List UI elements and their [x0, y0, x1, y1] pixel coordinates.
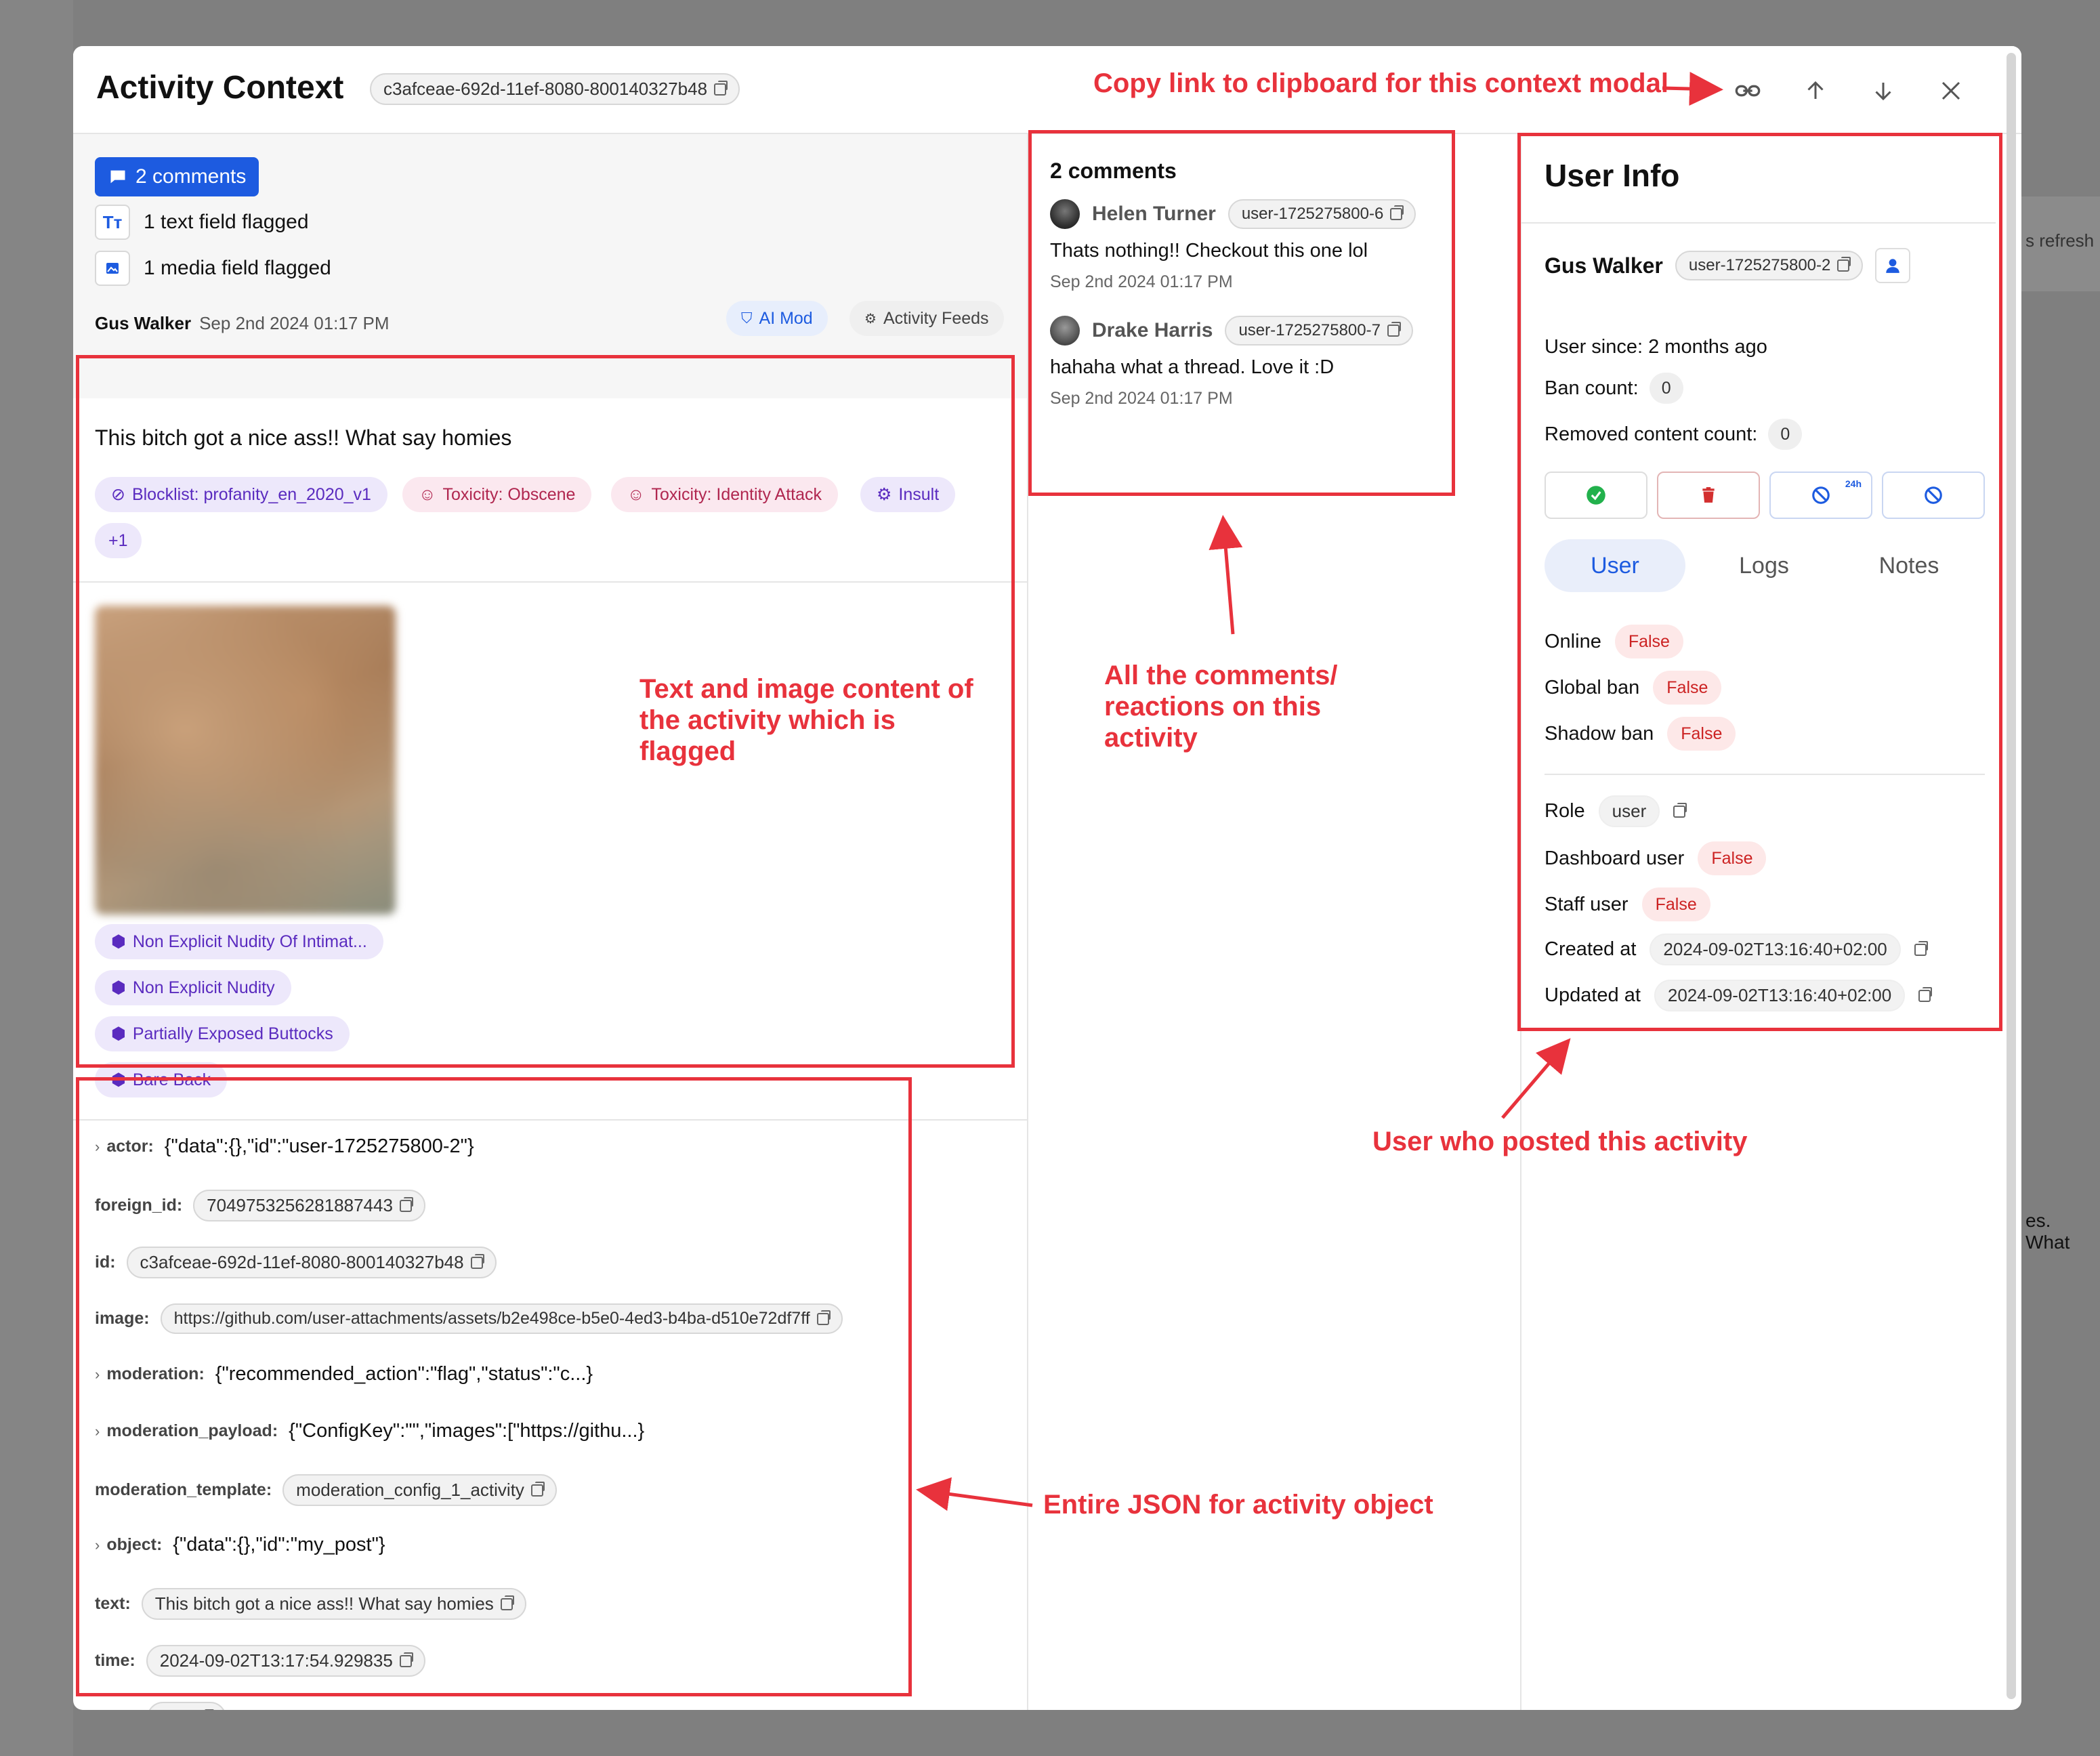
arrow-comments	[1209, 515, 1243, 635]
arrow-copy-link	[1662, 72, 1723, 106]
arrow-user	[1501, 1038, 1571, 1119]
annotation-arrows	[916, 72, 1723, 1511]
arrow-json	[916, 1477, 1033, 1511]
